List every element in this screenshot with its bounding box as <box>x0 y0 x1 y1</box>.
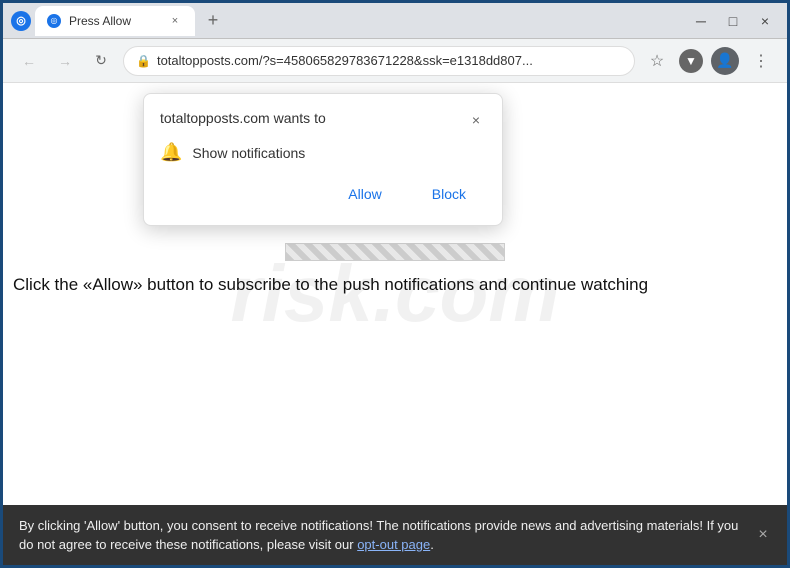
bottom-notification-bar: By clicking 'Allow' button, you consent … <box>3 505 787 565</box>
popup-header: totaltopposts.com wants to × <box>160 110 486 130</box>
menu-button[interactable]: ⋮ <box>747 47 775 75</box>
tab-favicon: ◎ <box>47 14 61 28</box>
address-bar: ← → ↻ 🔒 totaltopposts.com/?s=45806582978… <box>3 39 787 83</box>
tab-area: ◎ Press Allow × + <box>35 6 683 36</box>
minimize-button[interactable]: ─ <box>687 7 715 35</box>
permission-text: Show notifications <box>192 145 305 161</box>
extensions-icon[interactable]: ▼ <box>679 49 703 73</box>
maximize-button[interactable]: □ <box>719 7 747 35</box>
forward-button[interactable]: → <box>51 47 79 75</box>
tab-close-button[interactable]: × <box>167 13 183 29</box>
back-button[interactable]: ← <box>15 47 43 75</box>
popup-buttons: Allow Block <box>160 179 486 209</box>
popup-permission-row: 🔔 Show notifications <box>160 142 486 163</box>
lock-icon: 🔒 <box>136 54 151 68</box>
page-content: 9-fish risk.com totaltopposts.com wants … <box>3 83 787 505</box>
window-controls: ─ □ × <box>687 7 779 35</box>
popup-close-button[interactable]: × <box>466 110 486 130</box>
bottom-bar-text-part2: . <box>430 537 434 552</box>
allow-button[interactable]: Allow <box>328 179 401 209</box>
browser-logo: ◎ <box>11 11 31 31</box>
title-bar: ◎ ◎ Press Allow × + ─ □ × <box>3 3 787 39</box>
bookmark-icon[interactable]: ☆ <box>643 47 671 75</box>
tab-title: Press Allow <box>69 14 159 28</box>
new-tab-button[interactable]: + <box>199 7 227 35</box>
url-field[interactable]: 🔒 totaltopposts.com/?s=45806582978367122… <box>123 46 635 76</box>
profile-icon[interactable]: 👤 <box>711 47 739 75</box>
active-tab[interactable]: ◎ Press Allow × <box>35 6 195 36</box>
block-button[interactable]: Block <box>412 179 486 209</box>
browser-frame: ◎ ◎ Press Allow × + ─ □ × ← → ↻ 🔒 totalt… <box>3 3 787 565</box>
loading-bar-container <box>285 243 505 261</box>
bottom-bar-close-button[interactable]: × <box>751 523 775 547</box>
main-page-text: Click the «Allow» button to subscribe to… <box>13 273 777 297</box>
close-window-button[interactable]: × <box>751 7 779 35</box>
bell-icon: 🔔 <box>160 142 182 163</box>
notification-permission-popup: totaltopposts.com wants to × 🔔 Show noti… <box>143 93 503 226</box>
refresh-button[interactable]: ↻ <box>87 47 115 75</box>
url-text: totaltopposts.com/?s=458065829783671228&… <box>157 53 622 68</box>
popup-title: totaltopposts.com wants to <box>160 110 326 126</box>
opt-out-link[interactable]: opt-out page <box>357 537 430 552</box>
bottom-bar-text: By clicking 'Allow' button, you consent … <box>19 516 747 555</box>
loading-bar <box>286 244 504 260</box>
